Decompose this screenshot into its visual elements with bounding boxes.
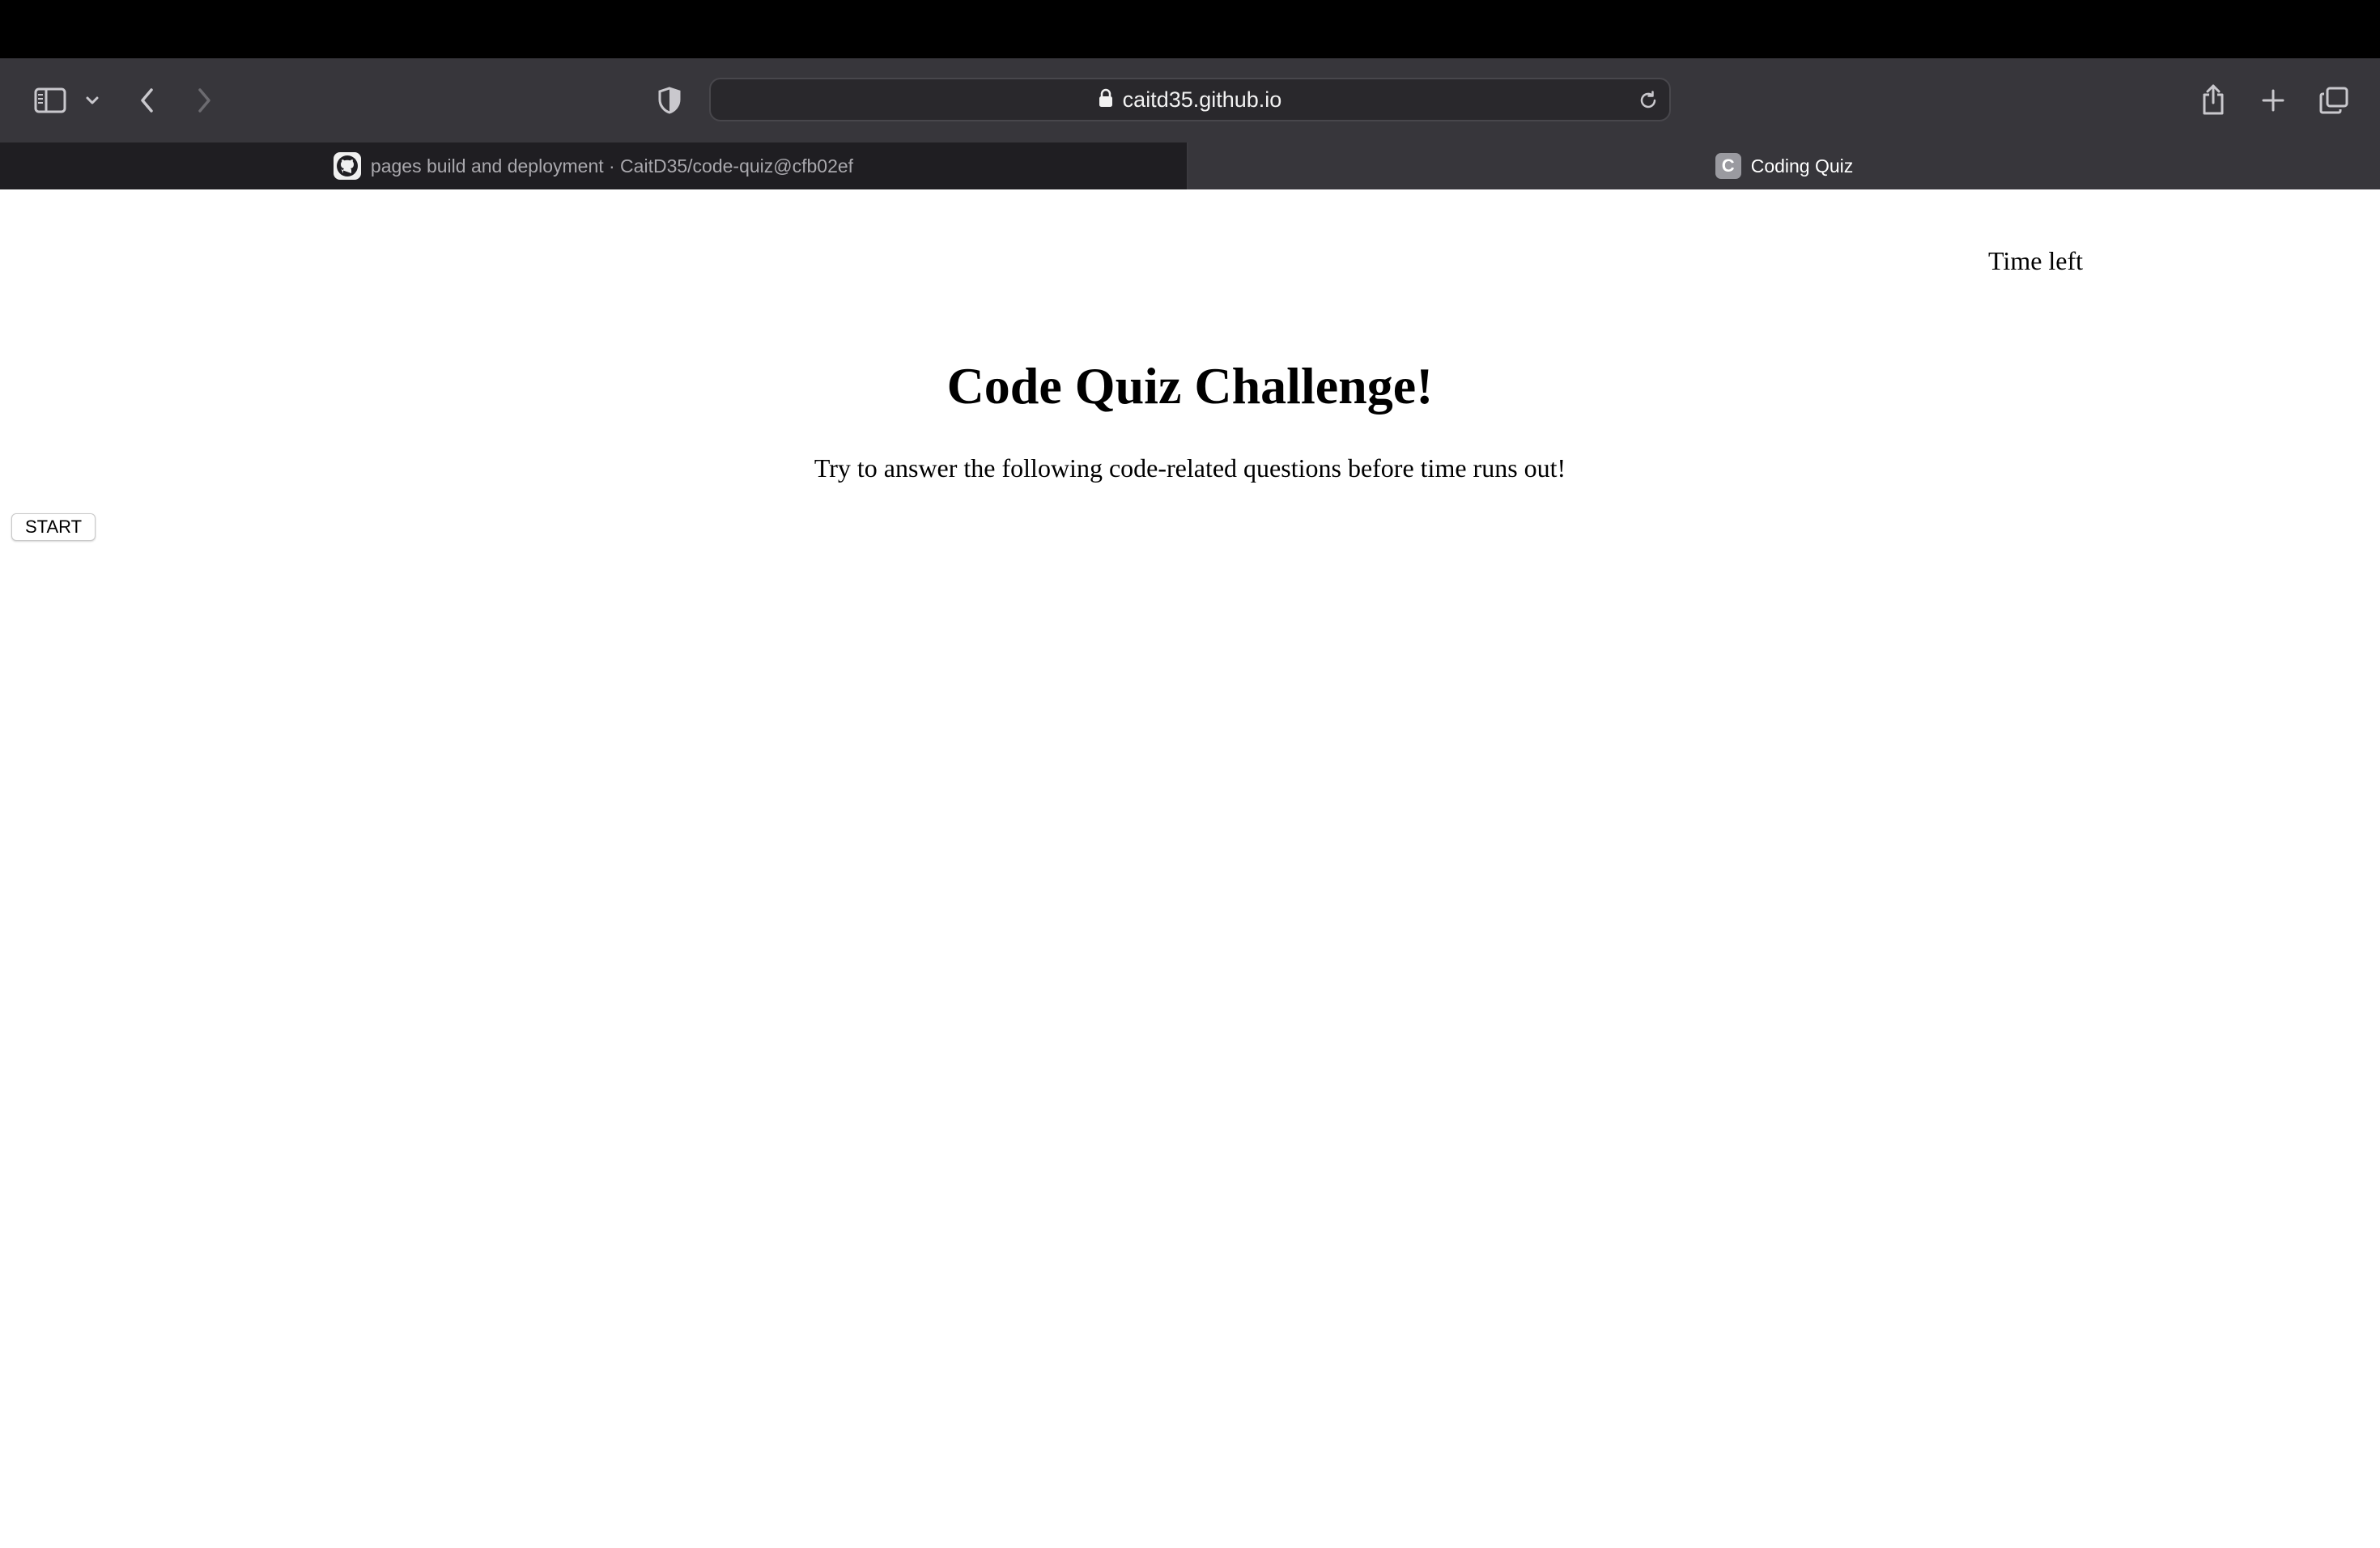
chevron-down-icon[interactable] [81, 89, 104, 112]
shield-icon[interactable] [652, 83, 686, 118]
lock-icon [1099, 88, 1113, 112]
timer-label: Time left [1988, 246, 2084, 275]
tab-coding-quiz[interactable]: C Coding Quiz [1188, 142, 2380, 189]
tab-label: Coding Quiz [1750, 155, 1854, 176]
reload-icon[interactable] [1635, 87, 1661, 113]
page-subtitle: Try to answer the following code-related… [814, 453, 1566, 483]
tab-bar: pages build and deployment · CaitD35/cod… [0, 142, 2380, 189]
tabs-overview-icon[interactable] [2315, 83, 2352, 118]
site-favicon: C [1715, 153, 1741, 179]
forward-arrow-icon[interactable] [188, 83, 220, 118]
share-icon[interactable] [2195, 79, 2231, 120]
github-icon [333, 152, 361, 180]
page-title: Code Quiz Challenge! [946, 357, 1434, 415]
plus-icon[interactable] [2255, 83, 2291, 118]
address-bar[interactable]: caitd35.github.io [709, 78, 1671, 121]
start-button[interactable]: START [11, 513, 96, 541]
tab-pages-build[interactable]: pages build and deployment · CaitD35/cod… [0, 142, 1188, 189]
tab-label: pages build and deployment · CaitD35/cod… [370, 155, 854, 176]
page-content: Time left Code Quiz Challenge! Try to an… [0, 189, 2380, 1548]
url-text: caitd35.github.io [1122, 87, 1282, 112]
sidebar-icon[interactable] [31, 81, 70, 120]
browser-toolbar: caitd35.github.io [0, 58, 2380, 142]
back-arrow-icon[interactable] [131, 83, 164, 118]
menu-bar [0, 0, 2380, 58]
